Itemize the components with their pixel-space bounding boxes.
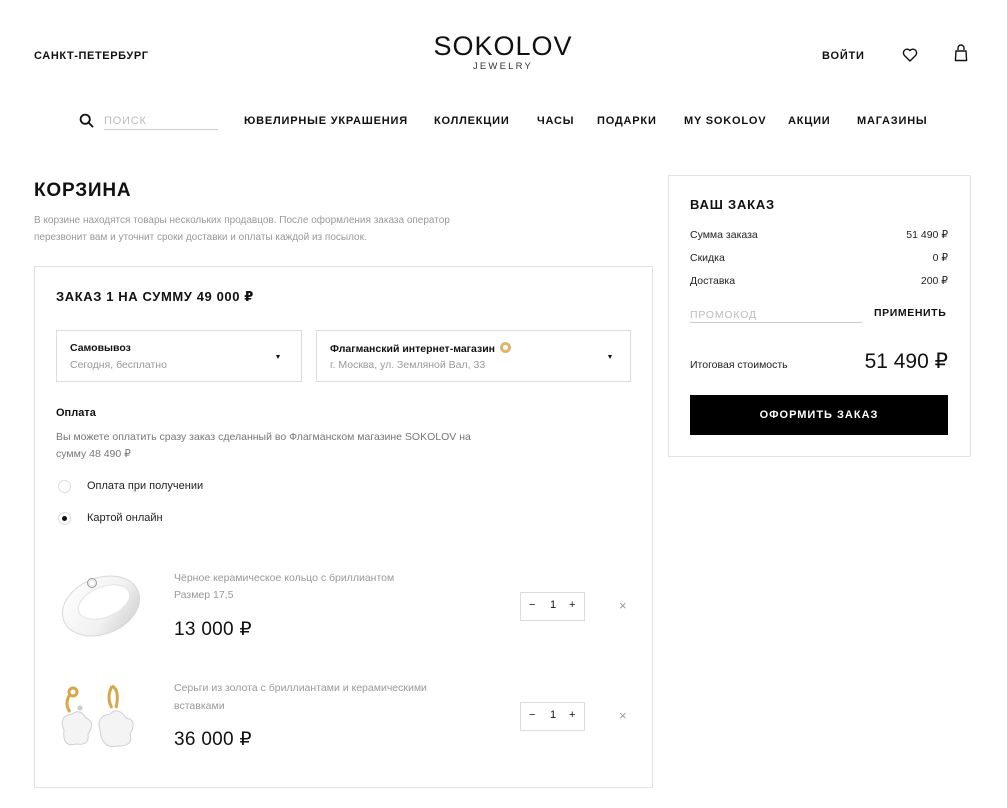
heart-icon[interactable]: [902, 47, 918, 63]
nav-jewelry[interactable]: ЮВЕЛИРНЫЕ УКРАШЕНИЯ: [244, 115, 408, 127]
qty-plus-button[interactable]: +: [569, 709, 575, 721]
search-icon[interactable]: [79, 113, 94, 128]
qty-minus-button[interactable]: −: [529, 599, 535, 611]
nav-collections[interactable]: КОЛЛЕКЦИИ: [434, 115, 510, 127]
nav-watches[interactable]: ЧАСЫ: [537, 115, 574, 127]
store-address: г. Москва, ул. Земляной Вал, 33: [330, 359, 486, 371]
delivery-method: Самовывоз: [70, 342, 131, 354]
radio-pay-on-delivery[interactable]: [58, 480, 71, 493]
delivery-select[interactable]: Самовывоз Сегодня, бесплатно: [56, 330, 302, 382]
summary-title: ВАШ ЗАКАЗ: [690, 197, 776, 212]
ring-image[interactable]: [56, 566, 146, 644]
summary-discount-value: 0 ₽: [932, 252, 948, 264]
earrings-image[interactable]: [56, 680, 146, 758]
store-select[interactable]: Флагманский интернет-магазин г. Москва, …: [316, 330, 631, 382]
summary-discount-label: Скидка: [690, 252, 725, 264]
summary-subtotal-label: Сумма заказа: [690, 229, 758, 241]
item-price: 13 000 ₽: [174, 619, 252, 640]
radio-label-pay-on-delivery[interactable]: Оплата при получении: [87, 480, 203, 492]
bag-icon[interactable]: [953, 44, 969, 62]
qty-plus-button[interactable]: +: [569, 599, 575, 611]
promo-code-input[interactable]: [690, 307, 862, 323]
crown-icon: [500, 342, 512, 353]
quantity-stepper: − 1 +: [520, 702, 585, 731]
total-label: Итоговая стоимость: [690, 359, 788, 371]
chevron-down-icon: [276, 355, 280, 359]
nav-promotions[interactable]: АКЦИИ: [788, 115, 831, 127]
item-size: Размер 17,5: [174, 589, 234, 601]
store-name: Флагманский интернет-магазин: [330, 343, 496, 355]
logo-subtext: JEWELRY: [472, 61, 534, 72]
quantity-stepper: − 1 +: [520, 592, 585, 621]
remove-item-button[interactable]: ×: [619, 708, 627, 723]
item-name[interactable]: Серьги из золота с бриллиантами и керами…: [174, 679, 474, 715]
delivery-detail: Сегодня, бесплатно: [70, 359, 167, 371]
checkout-button[interactable]: ОФОРМИТЬ ЗАКАЗ: [690, 395, 948, 435]
search-input[interactable]: [104, 114, 218, 130]
nav-gifts[interactable]: ПОДАРКИ: [597, 115, 657, 127]
city-selector[interactable]: САНКТ-ПЕТЕРБУРГ: [34, 50, 149, 62]
logo-text: SOKOLOV: [433, 31, 573, 61]
payment-title: Оплата: [56, 407, 96, 419]
summary-delivery-label: Доставка: [690, 275, 736, 287]
remove-item-button[interactable]: ×: [619, 598, 627, 613]
qty-value: 1: [550, 599, 557, 611]
payment-text: Вы можете оплатить сразу заказ сделанный…: [56, 431, 471, 460]
summary-subtotal-value: 51 490 ₽: [906, 229, 948, 241]
logo[interactable]: SOKOLOV JEWELRY: [432, 32, 574, 72]
page-title: КОРЗИНА: [34, 180, 132, 201]
radio-label-pay-card-online[interactable]: Картой онлайн: [87, 512, 163, 524]
apply-promo-button[interactable]: ПРИМЕНИТЬ: [874, 307, 946, 319]
nav-stores[interactable]: МАГАЗИНЫ: [857, 115, 928, 127]
nav-my-sokolov[interactable]: MY SOKOLOV: [684, 115, 766, 127]
radio-pay-card-online[interactable]: [58, 512, 71, 525]
item-price: 36 000 ₽: [174, 729, 252, 750]
qty-value: 1: [550, 709, 557, 721]
item-name[interactable]: Чёрное керамическое кольцо с бриллиантом: [174, 569, 474, 587]
chevron-down-icon: [608, 355, 612, 359]
qty-minus-button[interactable]: −: [529, 709, 535, 721]
summary-delivery-value: 200 ₽: [920, 275, 948, 287]
order-title: ЗАКАЗ 1 НА СУММУ 49 000 ₽: [56, 289, 254, 304]
login-link[interactable]: ВОЙТИ: [822, 50, 865, 62]
cart-note: В корзине находятся товары нескольких пр…: [34, 215, 450, 243]
total-value: 51 490 ₽: [864, 350, 948, 373]
